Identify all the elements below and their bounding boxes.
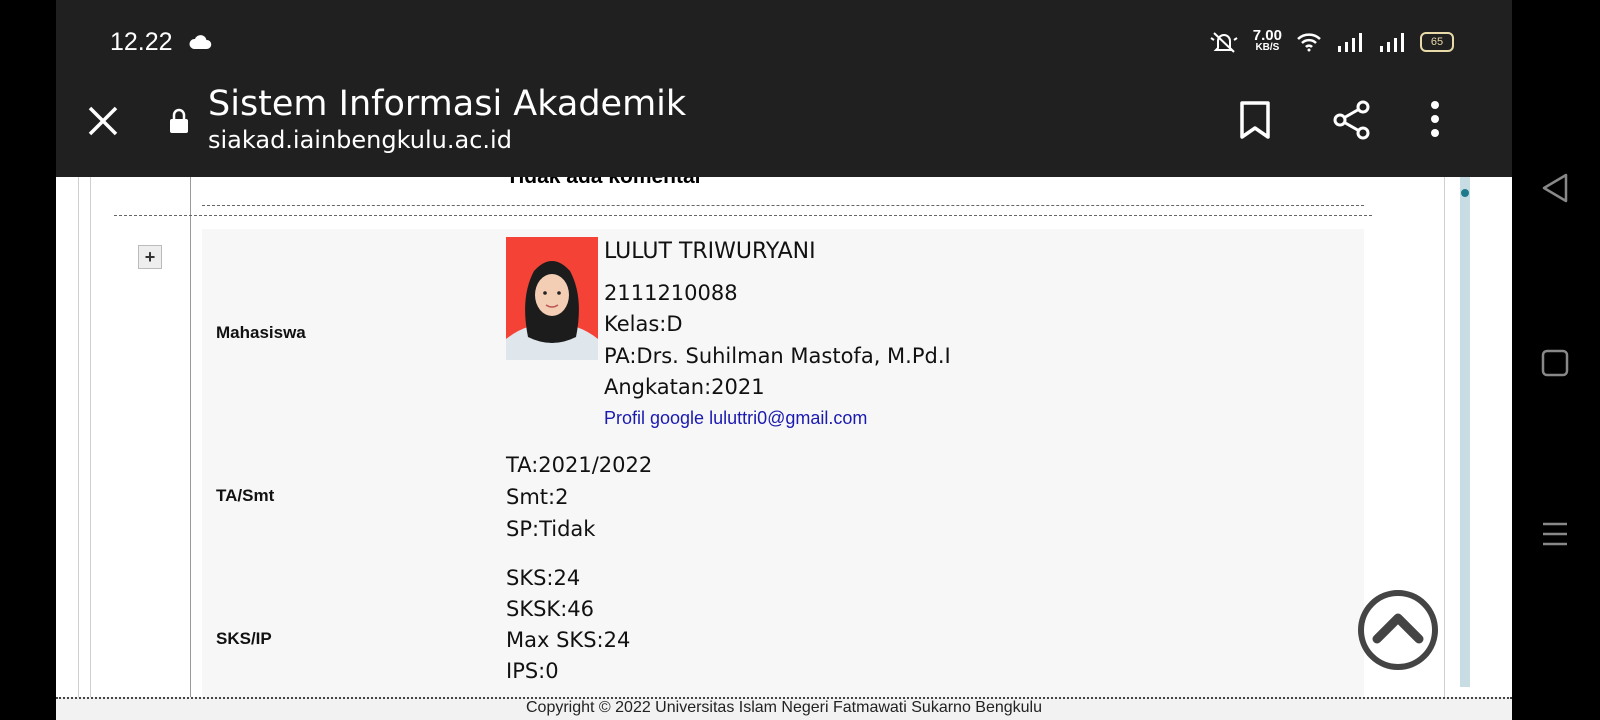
comment-status: Tidak ada komentar <box>506 177 703 189</box>
divider <box>78 177 79 697</box>
system-nav-bar <box>1512 0 1600 720</box>
google-profile-link[interactable]: Profil google luluttri0@gmail.com <box>604 408 867 429</box>
column-separator <box>190 177 191 697</box>
dashed-divider <box>114 215 1372 216</box>
scrollbar-thumb[interactable] <box>1461 189 1469 197</box>
sks-value: SKS:24 <box>506 566 581 590</box>
student-detail-panel <box>202 229 1364 697</box>
dashed-divider <box>202 205 1364 206</box>
page-title: Sistem Informasi Akademik <box>208 84 687 124</box>
ips-value: IPS:0 <box>506 659 559 683</box>
page-footer: Copyright © 2022 Universitas Islam Neger… <box>56 697 1512 720</box>
sksip-label: SKS/IP <box>216 629 272 648</box>
wifi-icon <box>1297 33 1321 52</box>
divider <box>1444 177 1445 697</box>
smt-value: Smt:2 <box>506 485 569 509</box>
page-url[interactable]: siakad.iainbengkulu.ac.id <box>208 126 512 154</box>
copyright-text: Copyright © 2022 Universitas Islam Neger… <box>525 699 1043 716</box>
home-square-icon[interactable] <box>1540 348 1570 378</box>
net-speed-unit: KB/S <box>1255 42 1280 53</box>
student-name: LULUT TRIWURYANI <box>604 239 816 264</box>
scrollbar-track[interactable] <box>1460 177 1470 687</box>
max-sks-value: Max SKS:24 <box>506 628 631 652</box>
back-triangle-icon[interactable] <box>1540 172 1570 204</box>
sksk-value: SKSK:46 <box>506 597 594 621</box>
bookmark-icon[interactable] <box>1238 100 1272 140</box>
web-content: Tidak ada komentar + Mahasiswa LULUT TRI… <box>56 177 1512 697</box>
ta-value: TA:2021/2022 <box>506 453 653 477</box>
divider <box>90 177 91 697</box>
student-kelas: Kelas:D <box>604 312 683 336</box>
close-icon[interactable] <box>86 104 120 138</box>
status-bar: 12.22 7.00 KB/S 65 <box>56 0 1512 86</box>
expand-row-button[interactable]: + <box>138 245 162 269</box>
recents-menu-icon[interactable] <box>1540 520 1570 548</box>
mute-bell-icon <box>1210 32 1238 53</box>
scroll-to-top-icon[interactable] <box>1357 589 1439 671</box>
signal-icon-2 <box>1380 33 1404 52</box>
status-icons: 7.00 KB/S 65 <box>1209 27 1454 54</box>
student-angkatan: Angkatan:2021 <box>604 375 765 399</box>
battery-level: 65 <box>1430 36 1444 48</box>
phone-screen: 12.22 7.00 KB/S 65 Sistem Informasi Akad… <box>56 0 1512 720</box>
signal-icon <box>1338 33 1362 52</box>
net-speed-value: 7.00 <box>1252 27 1282 44</box>
mahasiswa-label: Mahasiswa <box>216 323 306 342</box>
share-icon[interactable] <box>1332 100 1372 140</box>
sp-value: SP:Tidak <box>506 517 596 541</box>
battery-icon: 65 <box>1420 32 1454 52</box>
cloud-icon <box>189 35 212 49</box>
student-photo <box>506 237 598 360</box>
lock-icon <box>170 108 188 133</box>
more-vert-icon[interactable] <box>1428 100 1442 140</box>
status-time: 12.22 <box>110 28 173 56</box>
student-pa: PA:Drs. Suhilman Mastofa, M.Pd.I <box>604 344 951 368</box>
student-nim: 2111210088 <box>604 281 738 305</box>
browser-toolbar: Sistem Informasi Akademik siakad.iainben… <box>56 84 1512 176</box>
net-speed: 7.00 KB/S <box>1252 27 1282 54</box>
tasmt-label: TA/Smt <box>216 486 275 505</box>
